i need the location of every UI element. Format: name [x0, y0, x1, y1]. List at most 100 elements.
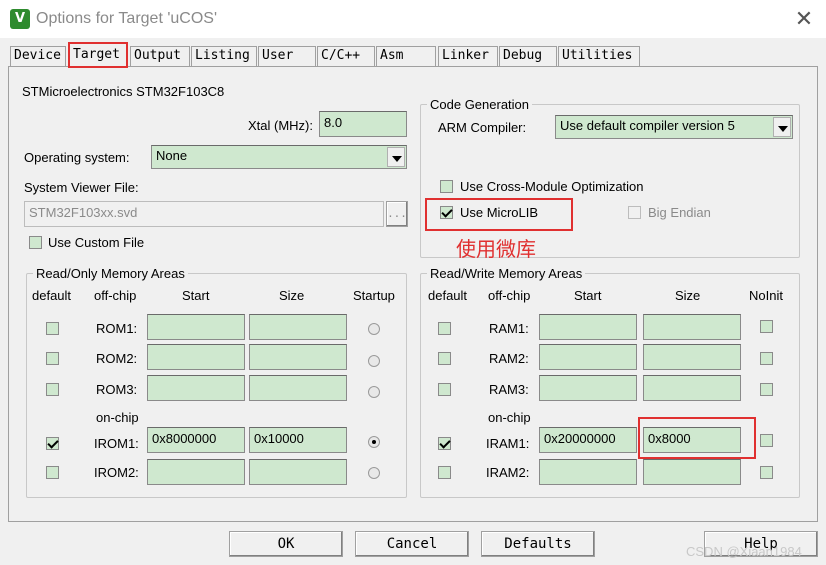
watermark: CSDN @Xiaan1984	[686, 544, 802, 559]
os-value: None	[156, 148, 188, 163]
tab-target[interactable]: Target	[68, 42, 128, 68]
os-select[interactable]: None	[151, 145, 407, 169]
rom1-label: ROM1:	[96, 321, 138, 336]
code-generation-title: Code Generation	[427, 97, 533, 113]
svd-input[interactable]: STM32F103xx.svd	[24, 201, 384, 227]
ram3-label: RAM3:	[489, 382, 529, 397]
ram3-start-input[interactable]	[539, 375, 637, 401]
iram1-default-checkbox[interactable]	[438, 437, 451, 450]
iram1-label: IRAM1:	[486, 436, 530, 451]
ram-header-size: Size	[675, 288, 701, 303]
tab-device[interactable]: Device	[10, 46, 66, 66]
rom1-default-checkbox[interactable]	[46, 322, 59, 335]
window-title: Options for Target 'uCOS'	[36, 10, 218, 27]
ram2-default-checkbox[interactable]	[438, 352, 451, 365]
ram-header-noinit: NoInit	[749, 288, 783, 303]
iram1-start-input[interactable]: 0x20000000	[539, 427, 637, 453]
ram1-size-input[interactable]	[643, 314, 741, 340]
chevron-down-icon[interactable]	[387, 147, 405, 167]
microlib-highlight-box	[425, 198, 573, 231]
rom1-size-input[interactable]	[249, 314, 347, 340]
use-custom-file-checkbox[interactable]	[29, 236, 42, 249]
rom3-label: ROM3:	[96, 382, 138, 397]
ram1-label: RAM1:	[489, 321, 529, 336]
irom1-startup-radio[interactable]	[368, 436, 380, 448]
device-name: STMicroelectronics STM32F103C8	[22, 84, 225, 99]
irom2-label: IROM2:	[94, 465, 139, 480]
rom-header-size: Size	[279, 288, 305, 303]
ram2-noinit-checkbox[interactable]	[760, 352, 773, 365]
rom3-size-input[interactable]	[249, 375, 347, 401]
rom3-start-input[interactable]	[147, 375, 245, 401]
big-endian-label: Big Endian	[648, 205, 711, 220]
keil-uvision-icon: V	[10, 9, 30, 29]
rom3-startup-radio[interactable]	[368, 386, 380, 398]
xtal-input[interactable]: 8.0	[319, 111, 407, 137]
close-icon[interactable]: ✕	[790, 6, 818, 32]
rom2-label: ROM2:	[96, 351, 138, 366]
big-endian-checkbox[interactable]	[628, 206, 641, 219]
svd-label: System Viewer File:	[24, 180, 139, 195]
ram3-size-input[interactable]	[643, 375, 741, 401]
irom2-default-checkbox[interactable]	[46, 466, 59, 479]
iram1-size-highlight-box	[638, 417, 756, 459]
cancel-button[interactable]: Cancel	[355, 531, 469, 557]
irom1-start-input[interactable]: 0x8000000	[147, 427, 245, 453]
irom2-start-input[interactable]	[147, 459, 245, 485]
iram2-noinit-checkbox[interactable]	[760, 466, 773, 479]
svd-browse-button[interactable]: ...	[386, 201, 408, 227]
tab-linker[interactable]: Linker	[438, 46, 498, 66]
arm-compiler-value: Use default compiler version 5	[560, 118, 735, 133]
ram-header-start: Start	[574, 288, 602, 303]
ram2-start-input[interactable]	[539, 344, 637, 370]
tab-output[interactable]: Output	[130, 46, 190, 66]
rom3-default-checkbox[interactable]	[46, 383, 59, 396]
irom2-startup-radio[interactable]	[368, 467, 380, 479]
arm-compiler-select[interactable]: Use default compiler version 5	[555, 115, 793, 139]
irom1-size-input[interactable]: 0x10000	[249, 427, 347, 453]
rom-header-offchip: off-chip	[94, 288, 137, 303]
defaults-button[interactable]: Defaults	[481, 531, 595, 557]
rom-areas-title: Read/Only Memory Areas	[33, 266, 188, 282]
chevron-down-icon[interactable]	[773, 117, 791, 137]
ram2-size-input[interactable]	[643, 344, 741, 370]
ram3-default-checkbox[interactable]	[438, 383, 451, 396]
rom-header-startup: Startup	[353, 288, 395, 303]
tab-utilities[interactable]: Utilities	[558, 46, 640, 66]
rom2-size-input[interactable]	[249, 344, 347, 370]
iram2-size-input[interactable]	[643, 459, 741, 485]
rom1-start-input[interactable]	[147, 314, 245, 340]
tab-asm[interactable]: Asm	[376, 46, 436, 66]
iram2-label: IRAM2:	[486, 465, 530, 480]
iram1-noinit-checkbox[interactable]	[760, 434, 773, 447]
tab-cc[interactable]: C/C++	[317, 46, 375, 66]
ram-areas-title: Read/Write Memory Areas	[427, 266, 586, 282]
rom2-start-input[interactable]	[147, 344, 245, 370]
ram-header-default: default	[428, 288, 468, 303]
cross-module-checkbox[interactable]	[440, 180, 453, 193]
use-custom-file-label: Use Custom File	[48, 235, 145, 250]
os-label: Operating system:	[24, 150, 130, 165]
cross-module-label: Use Cross-Module Optimization	[460, 179, 644, 194]
ram3-noinit-checkbox[interactable]	[760, 383, 773, 396]
iram2-default-checkbox[interactable]	[438, 466, 451, 479]
ok-button[interactable]: OK	[229, 531, 343, 557]
tab-debug[interactable]: Debug	[499, 46, 557, 66]
xtal-label: Xtal (MHz):	[248, 118, 313, 133]
rom-header-default: default	[32, 288, 72, 303]
rom2-default-checkbox[interactable]	[46, 352, 59, 365]
irom2-size-input[interactable]	[249, 459, 347, 485]
ram1-noinit-checkbox[interactable]	[760, 320, 773, 333]
ram1-default-checkbox[interactable]	[438, 322, 451, 335]
ram-header-offchip: off-chip	[488, 288, 531, 303]
rom1-startup-radio[interactable]	[368, 323, 380, 335]
rom-onchip-label: on-chip	[96, 410, 139, 425]
arm-compiler-label: ARM Compiler:	[438, 120, 527, 135]
iram2-start-input[interactable]	[539, 459, 637, 485]
tab-listing[interactable]: Listing	[191, 46, 257, 66]
rom2-startup-radio[interactable]	[368, 355, 380, 367]
ram1-start-input[interactable]	[539, 314, 637, 340]
irom1-default-checkbox[interactable]	[46, 437, 59, 450]
tab-user[interactable]: User	[258, 46, 316, 66]
ram-onchip-label: on-chip	[488, 410, 531, 425]
